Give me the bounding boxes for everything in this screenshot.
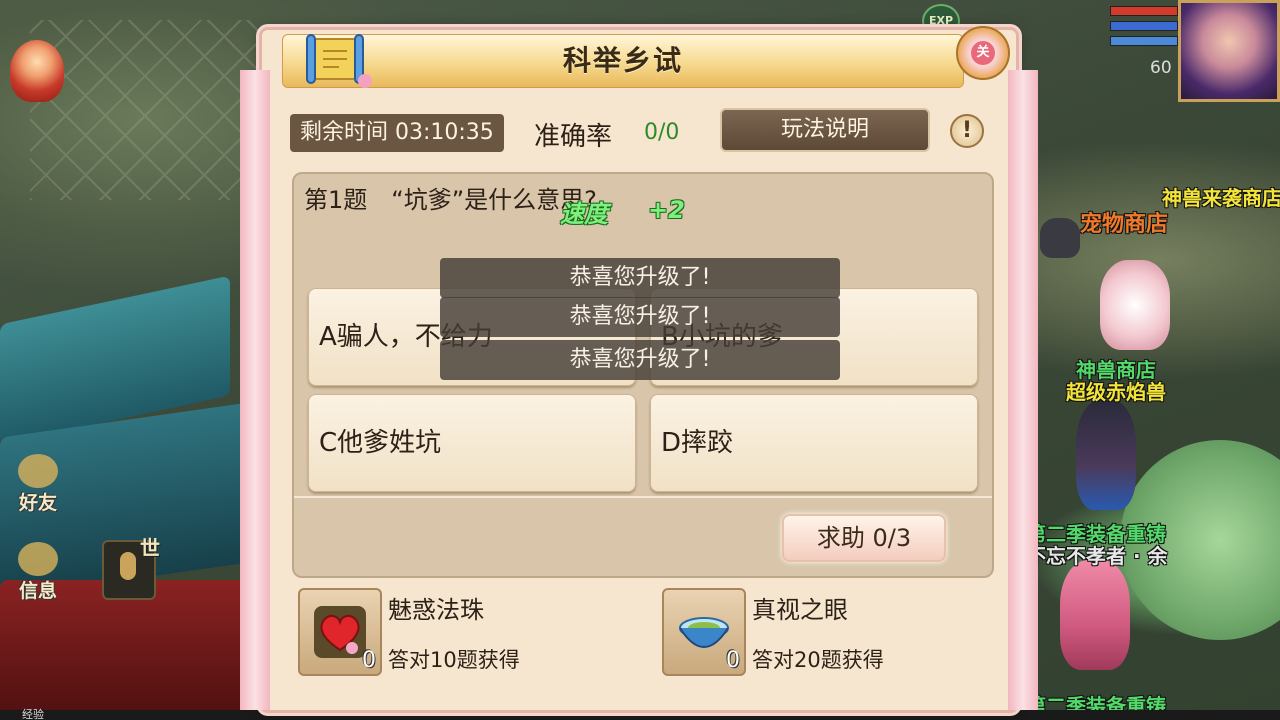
courtyard-floor [30, 20, 260, 200]
answer-option-d[interactable]: D摔跤 [650, 394, 978, 492]
messages-label: 信息 [18, 580, 57, 602]
reward-count: 0 [362, 648, 376, 673]
ask-help-button[interactable]: 求助 0/3 [782, 514, 946, 562]
player-level: 60 [1150, 58, 1172, 78]
close-icon: 关 [971, 41, 995, 65]
reward-name: 真视之眼 [752, 596, 848, 624]
answer-option-c[interactable]: C他爹姓坑 [308, 394, 636, 492]
level-up-toast: 恭喜您升级了! [440, 297, 840, 337]
option-label: C他爹姓坑 [319, 428, 442, 458]
remaining-time: 剩余时间 03:10:35 [290, 114, 504, 152]
reward-name: 魅惑法珠 [388, 596, 484, 624]
experience-label: 经验 [22, 708, 44, 720]
fortune-god-icon[interactable] [10, 40, 64, 102]
messages-button[interactable]: 信息 [14, 542, 62, 603]
chat-bubble-icon [18, 542, 58, 576]
hp-mp-bars [1110, 6, 1178, 50]
scroll-icon [306, 34, 372, 88]
reward-condition: 答对20题获得 [752, 648, 884, 672]
npc-label[interactable]: 超级赤焰兽 [1066, 376, 1166, 405]
npc-label[interactable]: 神兽来袭商店 [1162, 182, 1280, 211]
level-up-toast: 恭喜您升级了! [440, 340, 840, 380]
npc-label[interactable]: 宠物商店 [1080, 206, 1168, 238]
microphone-icon [120, 552, 136, 580]
reward-count: 0 [726, 648, 740, 673]
level-up-toast: 恭喜您升级了! [440, 258, 840, 298]
fox-pet-npc[interactable] [1100, 260, 1170, 350]
divider [294, 496, 992, 498]
accuracy-value: 0/0 [644, 120, 680, 145]
mp-bar [1110, 21, 1178, 31]
dialog-title-bar: 科举乡试 [282, 34, 964, 88]
friends-icon [18, 454, 58, 488]
speed-buff-label: 速度 [560, 200, 608, 228]
world-channel-tag[interactable]: 世 [140, 532, 160, 561]
dialog-title: 科举乡试 [562, 44, 683, 77]
imperial-exam-dialog: 科举乡试 关 剩余时间 03:10:35 准确率 0/0 玩法说明 ! 第1题 “… [240, 26, 1038, 710]
accuracy-label: 准确率 [534, 122, 613, 152]
heart-gem-icon [314, 606, 366, 658]
close-button[interactable]: 关 [956, 26, 1010, 80]
ribbon-decoration-left [240, 70, 270, 710]
option-label: D摔跤 [661, 428, 734, 458]
rules-button[interactable]: 玩法说明 [720, 108, 930, 152]
friends-button[interactable]: 好友 [14, 454, 62, 515]
girl-npc[interactable] [1060, 560, 1130, 670]
reward-slot[interactable]: 0 [662, 588, 746, 676]
reward-condition: 答对10题获得 [388, 648, 520, 672]
warrior-npc[interactable] [1076, 400, 1136, 510]
info-icon[interactable]: ! [950, 114, 984, 148]
speed-buff-value: +2 [648, 196, 685, 224]
wolf-npc[interactable] [1040, 218, 1080, 258]
exp-mini-bar [1110, 36, 1178, 46]
question-number: 第1题 [304, 186, 368, 214]
npc-label[interactable]: 不忘不孝者 · 余 [1026, 540, 1168, 569]
question-text: 第1题 “坑爹”是什么意思? [304, 180, 597, 215]
hp-bar [1110, 6, 1178, 16]
player-avatar[interactable] [1178, 0, 1280, 102]
bowl-eye-icon [679, 617, 729, 648]
ribbon-decoration-right [1008, 70, 1038, 710]
reward-slot[interactable]: 0 [298, 588, 382, 676]
friends-label: 好友 [18, 492, 57, 514]
experience-bar: 经验 [0, 708, 1280, 720]
